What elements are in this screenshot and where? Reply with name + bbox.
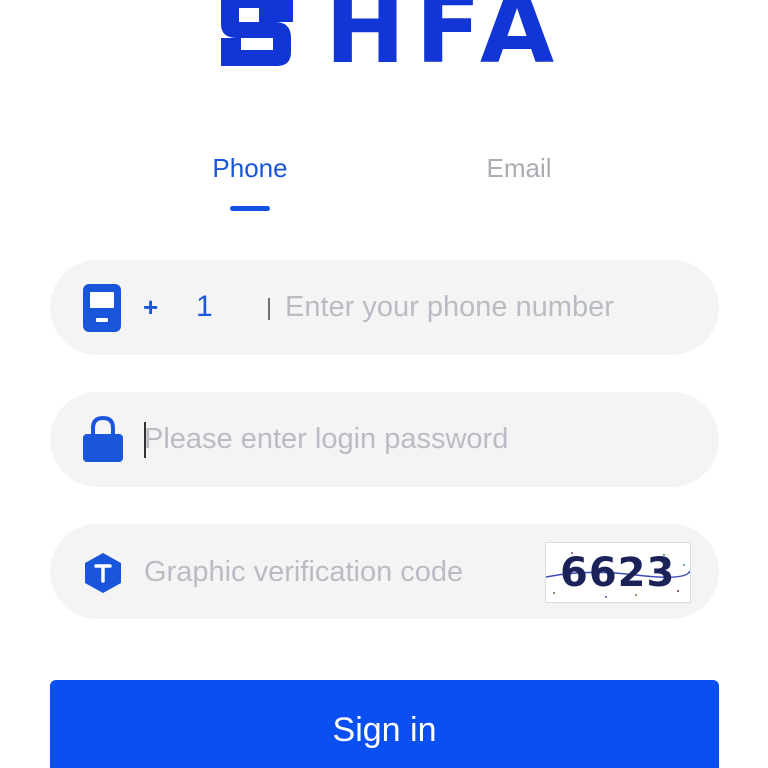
logo-text: HFA bbox=[325, 0, 565, 85]
captcha-field[interactable]: Graphic verification code 6623 bbox=[50, 524, 719, 619]
active-tab-indicator bbox=[230, 206, 270, 211]
password-input[interactable]: Please enter login password bbox=[144, 419, 508, 459]
captcha-input[interactable]: Graphic verification code bbox=[144, 552, 463, 592]
lock-icon bbox=[83, 415, 123, 462]
password-field[interactable]: Please enter login password bbox=[50, 392, 719, 487]
logo-mark-icon bbox=[213, 0, 301, 72]
country-code[interactable]: 1 bbox=[196, 287, 213, 327]
phone-field[interactable]: + 1 Enter your phone number bbox=[50, 260, 719, 355]
hexagon-t-icon bbox=[85, 553, 121, 593]
captcha-code: 6623 bbox=[560, 550, 676, 596]
captcha-image[interactable]: 6623 bbox=[545, 542, 691, 603]
brand-logo: HFA bbox=[213, 0, 558, 77]
mobile-phone-icon bbox=[83, 284, 121, 332]
tab-email[interactable]: Email bbox=[439, 150, 599, 186]
tab-phone[interactable]: Phone bbox=[170, 150, 330, 186]
field-divider bbox=[268, 298, 270, 320]
phone-input[interactable]: Enter your phone number bbox=[285, 287, 614, 327]
login-page: HFA Phone Email + 1 Enter your phone num… bbox=[0, 0, 768, 768]
sign-in-button[interactable]: Sign in bbox=[50, 680, 719, 768]
country-code-plus[interactable]: + bbox=[143, 287, 158, 327]
